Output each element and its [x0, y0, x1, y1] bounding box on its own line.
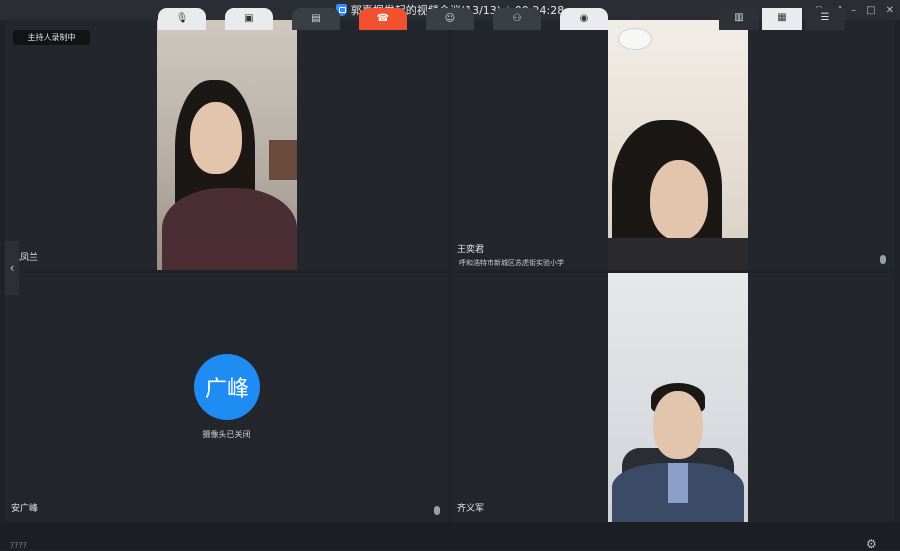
video-grid: 主持人录制中 包凤兰 王奕君 呼和浩特市新城区苏虎街实验小学 广峰 摄像头已关闭…: [5, 20, 895, 522]
camera-off-label: 摄像头已关闭: [202, 430, 251, 439]
body-shape: [608, 238, 748, 270]
shirt-shape: [668, 463, 688, 503]
mic-muted-icon: 🎙: [175, 13, 189, 24]
participant-organization: 呼和浩特市新城区苏虎街实验小学: [459, 259, 564, 267]
face-shape: [190, 102, 242, 174]
grid-layout-button[interactable]: ▦: [762, 8, 802, 30]
ceiling-lamp: [618, 28, 652, 50]
participant-avatar: 广峰: [194, 354, 260, 420]
participants-icon: ☺: [444, 13, 456, 24]
participant-video: [608, 273, 748, 522]
close-icon[interactable]: ✕: [886, 5, 894, 16]
camera-button[interactable]: ▣: [225, 8, 273, 30]
face-shape: [650, 160, 708, 240]
share-screen-button[interactable]: ▤: [292, 8, 340, 30]
participant-name: 王奕君: [457, 245, 485, 255]
bottom-left-label: ????: [10, 541, 27, 550]
body-shape: [162, 188, 297, 270]
hangup-icon: ☎: [376, 13, 390, 24]
record-icon: ◉: [579, 13, 589, 24]
video-tile-2[interactable]: 王奕君 呼和浩特市新城区苏虎街实验小学: [451, 20, 895, 270]
list-layout-icon: ☰: [820, 12, 830, 23]
invite-button[interactable]: ⚇: [493, 8, 541, 30]
recording-badge: 主持人录制中: [13, 30, 90, 45]
video-tile-3[interactable]: 广峰 摄像头已关闭 安广峰: [5, 273, 448, 522]
camera-off-icon: ▣: [244, 13, 254, 24]
video-tile-1[interactable]: 主持人录制中 包凤兰: [5, 20, 448, 270]
participant-video: [157, 20, 297, 270]
maximize-icon[interactable]: □: [866, 5, 875, 16]
video-tile-4[interactable]: 齐义军: [451, 273, 895, 522]
participant-name: 安广峰: [11, 504, 39, 514]
mute-button[interactable]: 🎙: [158, 8, 206, 30]
gear-icon[interactable]: ⚙: [866, 537, 877, 551]
record-button[interactable]: ◉: [560, 8, 608, 30]
bottom-toolbar: [0, 522, 900, 550]
chevron-left-icon[interactable]: ‹: [5, 241, 19, 295]
face-shape: [653, 391, 703, 459]
mic-icon: [880, 255, 886, 264]
list-layout-button[interactable]: ☰: [805, 8, 845, 30]
participants-button[interactable]: ☺: [426, 8, 474, 30]
sidebar-layout-icon: ▥: [734, 12, 744, 23]
participant-name: 齐义军: [457, 504, 485, 514]
participant-video: [608, 20, 748, 270]
hangup-button[interactable]: ☎: [359, 8, 407, 30]
background-rail: [269, 140, 297, 180]
mic-icon: [434, 506, 440, 515]
grid-layout-icon: ▦: [777, 12, 787, 23]
sidebar-layout-button[interactable]: ▥: [719, 8, 759, 30]
invite-icon: ⚇: [512, 13, 522, 24]
minimize-icon[interactable]: –: [851, 5, 856, 16]
share-screen-icon: ▤: [311, 13, 321, 24]
